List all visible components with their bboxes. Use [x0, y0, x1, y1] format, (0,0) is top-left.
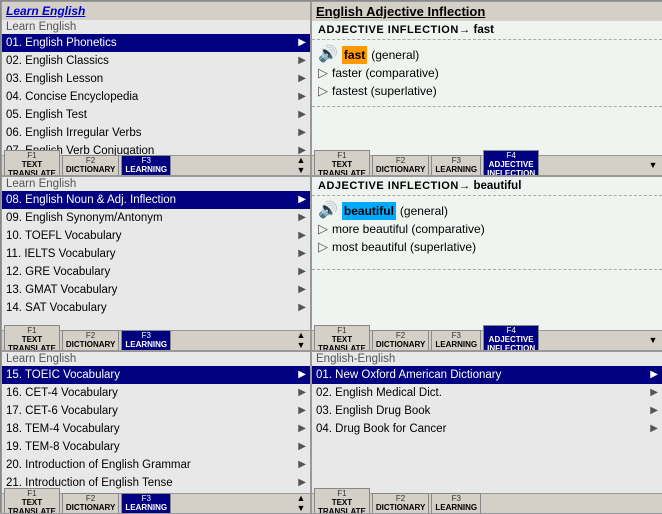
- panel-mid-right-footer: F1TEXTTRANSLATE F2DICTIONARY F3LEARNING …: [312, 330, 662, 350]
- f1-bl-btn[interactable]: F1TEXTTRANSLATE: [4, 488, 60, 514]
- panel-top-right-footer: F1TEXTTRANSLATE F2DICTIONARY F3LEARNING …: [312, 155, 662, 175]
- panel-bot-left: Learn English 15. TOEIC Vocabulary ▶ 16.…: [1, 351, 311, 514]
- adj-beautiful-superlative: ▷ most beautiful (superlative): [318, 238, 656, 256]
- adj-item-superlative: ▷ fastest (superlative): [318, 82, 656, 100]
- list-item[interactable]: 04. Drug Book for Cancer ▶: [312, 420, 662, 438]
- list-item[interactable]: 03. English Drug Book ▶: [312, 402, 662, 420]
- f3-ml-btn[interactable]: F3LEARNING: [121, 330, 171, 351]
- panel-top-left-subtitle: Learn English: [2, 20, 310, 34]
- adj-beautiful-content: 🔊 beautiful (general) ▷ more beautiful (…: [312, 196, 662, 270]
- main-container: Learn English Learn English 01. English …: [0, 0, 662, 513]
- f1-mr-btn[interactable]: F1TEXTTRANSLATE: [314, 325, 370, 351]
- f1-br-btn[interactable]: F1TEXTTRANSLATE: [314, 488, 370, 514]
- adj-title-fast: ADJECTIVE INFLECTION→ fast: [312, 21, 662, 40]
- f2-bl-btn[interactable]: F2DICTIONARY: [62, 493, 119, 514]
- f2-br-btn[interactable]: F2DICTIONARY: [372, 493, 429, 514]
- panel-top-left-list: 01. English Phonetics ▶ 02. English Clas…: [2, 34, 310, 155]
- panel-bot-right-list: 01. New Oxford American Dictionary ▶ 02.…: [312, 366, 662, 493]
- f3-br-btn[interactable]: F3LEARNING: [431, 493, 481, 514]
- list-item[interactable]: 20. Introduction of English Grammar ▶: [2, 456, 310, 474]
- adj-beautiful-comparative: ▷ more beautiful (comparative): [318, 220, 656, 238]
- scroll-arrows: ▲ ▼: [294, 156, 308, 175]
- f1-ml-btn[interactable]: F1TEXTTRANSLATE: [4, 325, 60, 351]
- f4-btn-adj[interactable]: F4ADJECTIVEINFLECTION: [483, 150, 539, 176]
- adj-fast-content: 🔊 fast (general) ▷ faster (comparative) …: [312, 40, 662, 107]
- panel-bot-right-subtitle: English-English: [312, 352, 662, 366]
- panel-bot-right-footer: F1TEXTTRANSLATE F2DICTIONARY F3LEARNING: [312, 493, 662, 513]
- panel-mid-right: ADJECTIVE INFLECTION→ beautiful 🔊 beauti…: [311, 176, 662, 351]
- list-item[interactable]: 16. CET-4 Vocabulary ▶: [2, 384, 310, 402]
- f4-mr-btn[interactable]: F4ADJECTIVEINFLECTION: [483, 325, 539, 351]
- list-item[interactable]: 03. English Lesson ▶: [2, 70, 310, 88]
- f3-learning-btn[interactable]: F3LEARNING: [121, 155, 171, 176]
- list-item[interactable]: 13. GMAT Vocabulary ▶: [2, 281, 310, 299]
- panel-mid-left-list: 08. English Noun & Adj. Inflection ▶ 09.…: [2, 191, 310, 330]
- list-item[interactable]: 01. English Phonetics ▶: [2, 34, 310, 52]
- f1-btn-tr[interactable]: F1TEXTTRANSLATE: [314, 150, 370, 176]
- list-item[interactable]: 02. English Medical Dict. ▶: [312, 384, 662, 402]
- list-item[interactable]: 05. English Test ▶: [2, 106, 310, 124]
- list-item[interactable]: 19. TEM-8 Vocabulary ▶: [2, 438, 310, 456]
- adj-beautiful-spacer: [312, 270, 662, 331]
- panel-top-right-title: English Adjective Inflection: [312, 2, 662, 21]
- scroll-bl: ▲ ▼: [294, 494, 308, 513]
- panel-bot-left-footer: F1TEXTTRANSLATE F2DICTIONARY F3LEARNING …: [2, 493, 310, 513]
- scroll-mr: ▼: [646, 336, 660, 345]
- list-item[interactable]: 09. English Synonym/Antonym ▶: [2, 209, 310, 227]
- f2-mr-btn[interactable]: F2DICTIONARY: [372, 330, 429, 351]
- f2-ml-btn[interactable]: F2DICTIONARY: [62, 330, 119, 351]
- list-item[interactable]: 02. English Classics ▶: [2, 52, 310, 70]
- adj-item-comparative: ▷ faster (comparative): [318, 64, 656, 82]
- list-item[interactable]: 11. IELTS Vocabulary ▶: [2, 245, 310, 263]
- list-item[interactable]: 15. TOEIC Vocabulary ▶: [2, 366, 310, 384]
- panel-mid-left: Learn English 08. English Noun & Adj. In…: [1, 176, 311, 351]
- list-item[interactable]: 17. CET-6 Vocabulary ▶: [2, 402, 310, 420]
- panel-bot-left-subtitle: Learn English: [2, 352, 310, 366]
- adj-item-general: 🔊 fast (general): [318, 46, 656, 64]
- list-item[interactable]: 06. English Irregular Verbs ▶: [2, 124, 310, 142]
- f2-btn-dict[interactable]: F2DICTIONARY: [372, 155, 429, 176]
- panel-top-right: English Adjective Inflection ADJECTIVE I…: [311, 1, 662, 176]
- panel-mid-left-footer: F1TEXTTRANSLATE F2DICTIONARY F3LEARNING …: [2, 330, 310, 350]
- list-item[interactable]: 14. SAT Vocabulary ▶: [2, 299, 310, 317]
- panel-bot-right: English-English 01. New Oxford American …: [311, 351, 662, 514]
- adj-fast-spacer: [312, 107, 662, 155]
- adj-title-beautiful: ADJECTIVE INFLECTION→ beautiful: [312, 177, 662, 196]
- list-item[interactable]: 04. Concise Encyclopedia ▶: [2, 88, 310, 106]
- panel-top-left: Learn English Learn English 01. English …: [1, 1, 311, 176]
- scroll-arrows-tr: ▼: [646, 161, 660, 170]
- scroll-ml: ▲ ▼: [294, 331, 308, 350]
- f3-bl-btn[interactable]: F3LEARNING: [121, 493, 171, 514]
- adj-beautiful-general: 🔊 beautiful (general): [318, 202, 656, 220]
- f1-text-translate-btn[interactable]: F1TEXTTRANSLATE: [4, 150, 60, 176]
- panel-mid-left-subtitle: Learn English: [2, 177, 310, 191]
- list-item[interactable]: 18. TEM-4 Vocabulary ▶: [2, 420, 310, 438]
- list-item[interactable]: 01. New Oxford American Dictionary ▶: [312, 366, 662, 384]
- panel-top-left-title: Learn English: [2, 2, 310, 20]
- f3-btn-learn[interactable]: F3LEARNING: [431, 155, 481, 176]
- panel-top-left-footer: F1TEXTTRANSLATE F2DICTIONARY F3LEARNING …: [2, 155, 310, 175]
- panel-bot-left-list: 15. TOEIC Vocabulary ▶ 16. CET-4 Vocabul…: [2, 366, 310, 493]
- list-item[interactable]: 08. English Noun & Adj. Inflection ▶: [2, 191, 310, 209]
- list-item[interactable]: 10. TOEFL Vocabulary ▶: [2, 227, 310, 245]
- f2-dictionary-btn[interactable]: F2DICTIONARY: [62, 155, 119, 176]
- list-item[interactable]: 12. GRE Vocabulary ▶: [2, 263, 310, 281]
- f3-mr-btn[interactable]: F3LEARNING: [431, 330, 481, 351]
